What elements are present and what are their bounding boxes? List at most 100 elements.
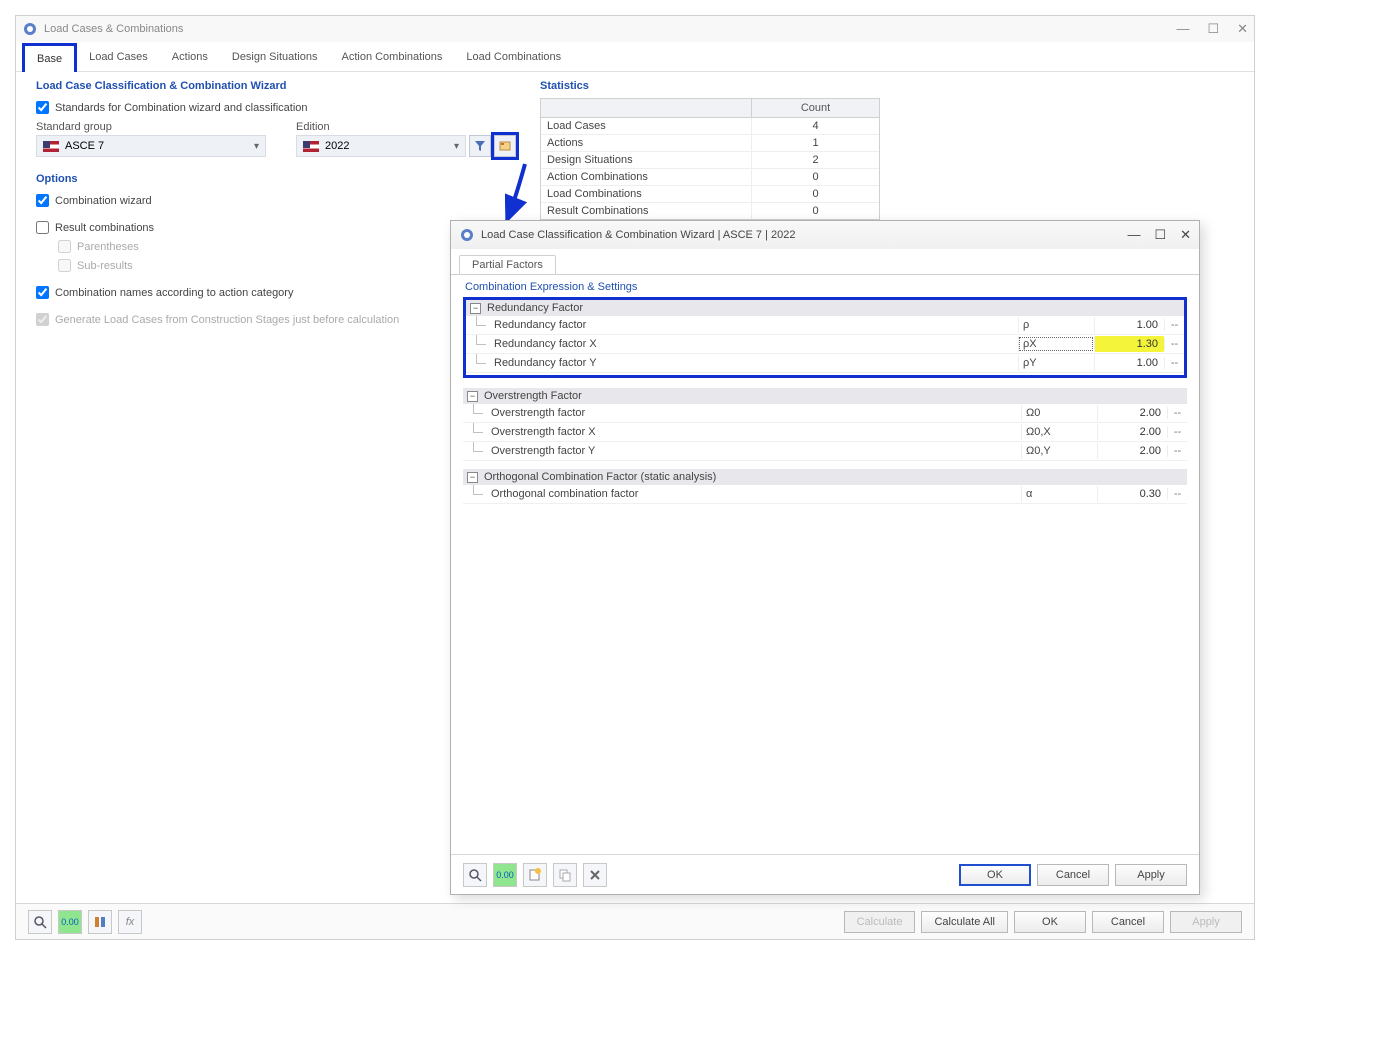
combination-wizard-checkbox[interactable]	[36, 194, 49, 207]
names-by-category-checkbox[interactable]	[36, 286, 49, 299]
factor-unit: --	[1167, 445, 1187, 457]
factor-symbol: Ω0	[1021, 405, 1097, 421]
minimize-icon[interactable]: —	[1176, 21, 1189, 37]
factor-value[interactable]: 1.00	[1094, 317, 1164, 333]
dialog-delete-button[interactable]	[583, 863, 607, 887]
maximize-icon[interactable]: ☐	[1207, 21, 1219, 37]
dialog-maximize-icon[interactable]: ☐	[1154, 227, 1166, 243]
copy-tool-button[interactable]	[88, 910, 112, 934]
tree-hook-icon	[466, 316, 494, 334]
stats-row: Design Situations2	[541, 152, 879, 169]
factor-symbol: ρX	[1018, 336, 1094, 352]
stats-value: 0	[751, 169, 879, 185]
new-sheet-icon	[528, 868, 542, 882]
factor-label: Overstrength factor Y	[491, 443, 1021, 459]
tab-load-cases[interactable]: Load Cases	[77, 42, 160, 71]
standard-group-dropdown[interactable]: ASCE 7 ▾	[36, 135, 266, 157]
stats-label: Action Combinations	[541, 169, 751, 185]
dialog-title: Load Case Classification & Combination W…	[481, 229, 1127, 241]
generate-lc-label: Generate Load Cases from Construction St…	[55, 314, 399, 326]
dialog-units-button[interactable]: 0.00	[493, 863, 517, 887]
stats-row: Action Combinations0	[541, 169, 879, 186]
dialog-close-icon[interactable]: ✕	[1180, 227, 1191, 243]
statistics-table: Count Load Cases4Actions1Design Situatio…	[540, 98, 880, 220]
factor-unit: --	[1167, 488, 1187, 500]
calculate-button[interactable]: Calculate	[844, 911, 916, 933]
units-tool-button[interactable]: 0.00	[58, 910, 82, 934]
factor-value[interactable]: 1.30	[1094, 336, 1164, 352]
dialog-minimize-icon[interactable]: —	[1127, 227, 1140, 243]
tab-design-situations[interactable]: Design Situations	[220, 42, 330, 71]
filter-button[interactable]	[469, 135, 491, 157]
units-icon: 0.00	[61, 917, 79, 927]
chevron-down-icon: ▾	[454, 141, 459, 152]
factor-value[interactable]: 2.00	[1097, 443, 1167, 459]
wizard-settings-button[interactable]	[494, 135, 516, 157]
tab-base[interactable]: Base	[22, 43, 77, 72]
edition-dropdown[interactable]: 2022 ▾	[296, 135, 466, 157]
dialog-cancel-button[interactable]: Cancel	[1037, 864, 1109, 886]
factor-symbol: Ω0,Y	[1021, 443, 1097, 459]
fx-icon: fx	[126, 916, 135, 928]
main-cancel-button[interactable]: Cancel	[1092, 911, 1164, 933]
app-icon	[22, 21, 38, 37]
magnifier-icon	[33, 915, 47, 929]
dialog-copy-button[interactable]	[553, 863, 577, 887]
tab-load-combinations[interactable]: Load Combinations	[454, 42, 573, 71]
standards-checkbox-label: Standards for Combination wizard and cla…	[55, 102, 308, 114]
stats-label: Load Cases	[541, 118, 751, 134]
result-combinations-checkbox[interactable]	[36, 221, 49, 234]
group-name: Orthogonal Combination Factor (static an…	[484, 471, 716, 483]
main-tabbar: BaseLoad CasesActionsDesign SituationsAc…	[16, 42, 1254, 72]
factor-unit: --	[1164, 338, 1184, 350]
main-apply-button[interactable]: Apply	[1170, 911, 1242, 933]
tree-hook-icon	[466, 354, 494, 372]
search-tool-button[interactable]	[28, 910, 52, 934]
factor-value[interactable]: 2.00	[1097, 424, 1167, 440]
stats-value: 4	[751, 118, 879, 134]
units-icon: 0.00	[496, 870, 514, 880]
settings-card-icon	[499, 140, 511, 152]
factor-symbol: ρ	[1018, 317, 1094, 333]
calculate-all-button[interactable]: Calculate All	[921, 911, 1008, 933]
collapse-icon[interactable]: −	[467, 472, 478, 483]
tree-hook-icon	[466, 335, 494, 353]
tab-partial-factors[interactable]: Partial Factors	[459, 255, 556, 274]
tab-action-combinations[interactable]: Action Combinations	[329, 42, 454, 71]
group-header[interactable]: −Orthogonal Combination Factor (static a…	[463, 469, 1187, 485]
filter-icon	[474, 140, 486, 152]
statistics-header: Statistics	[540, 76, 886, 98]
factor-unit: --	[1167, 407, 1187, 419]
tree-hook-icon	[463, 404, 491, 422]
main-footer: 0.00 fx Calculate Calculate All OK Cance…	[16, 903, 1254, 939]
factor-unit: --	[1164, 357, 1184, 369]
copy-icon	[558, 868, 572, 882]
edition-label: Edition	[296, 121, 516, 133]
group-header[interactable]: −Overstrength Factor	[463, 388, 1187, 404]
standards-checkbox[interactable]	[36, 101, 49, 114]
dialog-apply-button[interactable]: Apply	[1115, 864, 1187, 886]
collapse-icon[interactable]: −	[470, 303, 481, 314]
dialog-new-button[interactable]	[523, 863, 547, 887]
factor-value[interactable]: 0.30	[1097, 486, 1167, 502]
dialog-search-button[interactable]	[463, 863, 487, 887]
dialog-ok-button[interactable]: OK	[959, 864, 1031, 886]
stats-row: Load Combinations0	[541, 186, 879, 203]
factor-value[interactable]: 1.00	[1094, 355, 1164, 371]
group-header[interactable]: −Redundancy Factor	[466, 300, 1184, 316]
us-flag-icon	[43, 141, 59, 152]
factor-symbol: Ω0,X	[1021, 424, 1097, 440]
close-icon[interactable]: ✕	[1237, 21, 1248, 37]
standard-group-label: Standard group	[36, 121, 266, 133]
tree-hook-icon	[463, 485, 491, 503]
main-ok-button[interactable]: OK	[1014, 911, 1086, 933]
factor-value[interactable]: 2.00	[1097, 405, 1167, 421]
members-icon	[93, 915, 107, 929]
factor-label: Overstrength factor X	[491, 424, 1021, 440]
tab-actions[interactable]: Actions	[160, 42, 220, 71]
stats-value: 2	[751, 152, 879, 168]
combination-settings-header: Combination Expression & Settings	[463, 279, 1187, 297]
fx-tool-button[interactable]: fx	[118, 910, 142, 934]
names-by-category-label: Combination names according to action ca…	[55, 287, 293, 299]
collapse-icon[interactable]: −	[467, 391, 478, 402]
